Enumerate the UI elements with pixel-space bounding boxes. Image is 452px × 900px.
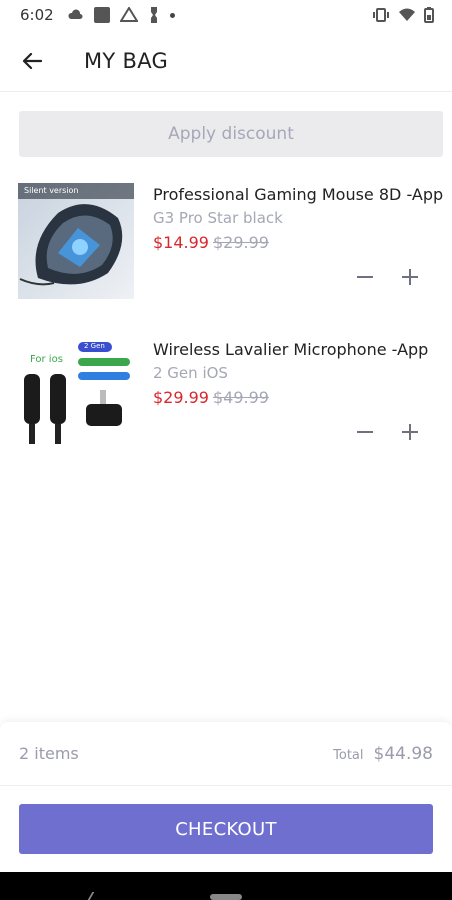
decrease-quantity-button[interactable]: [353, 265, 377, 289]
cloud-icon: [68, 9, 83, 19]
product-image-mouse[interactable]: Silent version: [18, 183, 134, 299]
back-button[interactable]: [0, 30, 64, 92]
order-summary: 2 items Total $44.98: [0, 722, 452, 786]
product-old-price: $49.99: [212, 388, 269, 407]
app-header: MY BAG: [0, 30, 452, 92]
plus-icon: [402, 269, 418, 285]
arrow-left-icon: [22, 52, 42, 69]
checkout-button[interactable]: CHECKOUT: [19, 804, 433, 854]
dot-icon: [169, 12, 175, 18]
product-image-microphone[interactable]: For ios 2 Gen: [18, 338, 134, 454]
product-prices: $29.99 $49.99: [153, 388, 269, 407]
system-nav-bar: [0, 872, 452, 900]
plus-icon: [402, 424, 418, 440]
page-title: MY BAG: [84, 48, 169, 73]
product-variant: G3 Pro Star black: [153, 209, 283, 227]
items-count: 2 items: [19, 744, 79, 763]
image-caption: Silent version: [24, 186, 79, 195]
decrease-quantity-button[interactable]: [353, 420, 377, 444]
increase-quantity-button[interactable]: [398, 265, 422, 289]
minus-icon: [357, 276, 373, 278]
product-variant: 2 Gen iOS: [153, 364, 228, 382]
product-prices: $14.99 $29.99: [153, 233, 269, 252]
usb-icon: [150, 7, 157, 23]
gaming-mouse-image: [18, 183, 134, 299]
wifi-icon: [399, 8, 415, 21]
total: Total $44.98: [333, 744, 433, 764]
product-price: $14.99: [153, 233, 209, 252]
square-icon: [93, 7, 110, 23]
apply-discount-label: Apply discount: [168, 124, 294, 144]
checkout-label: CHECKOUT: [175, 818, 277, 840]
minus-icon: [357, 431, 373, 433]
cart-item: Silent version Professional Gaming Mouse…: [18, 183, 443, 303]
vibrate-icon: [373, 8, 389, 22]
total-label: Total: [333, 747, 364, 763]
status-bar: 6:02: [0, 0, 452, 30]
battery-icon: [424, 7, 434, 23]
total-value: $44.98: [373, 743, 433, 764]
product-price: $29.99: [153, 388, 209, 407]
drive-icon: [119, 7, 138, 22]
cart-item: For ios 2 Gen Wireless Lavalier Micropho…: [18, 338, 438, 458]
apply-discount-button[interactable]: Apply discount: [19, 111, 443, 157]
increase-quantity-button[interactable]: [398, 420, 422, 444]
system-icons: [372, 7, 434, 23]
image-badge: 2 Gen: [84, 342, 105, 350]
product-name[interactable]: Wireless Lavalier Microphone -App: [153, 340, 428, 359]
notification-icons: [68, 6, 175, 24]
product-name[interactable]: Professional Gaming Mouse 8D -App: [153, 185, 443, 204]
nav-back-button[interactable]: [87, 892, 107, 900]
product-old-price: $29.99: [212, 233, 269, 252]
checkout-footer: 2 items Total $44.98 CHECKOUT: [0, 722, 452, 872]
nav-home-button[interactable]: [210, 894, 242, 900]
image-caption: For ios: [30, 354, 63, 365]
status-time: 6:02: [20, 6, 54, 24]
